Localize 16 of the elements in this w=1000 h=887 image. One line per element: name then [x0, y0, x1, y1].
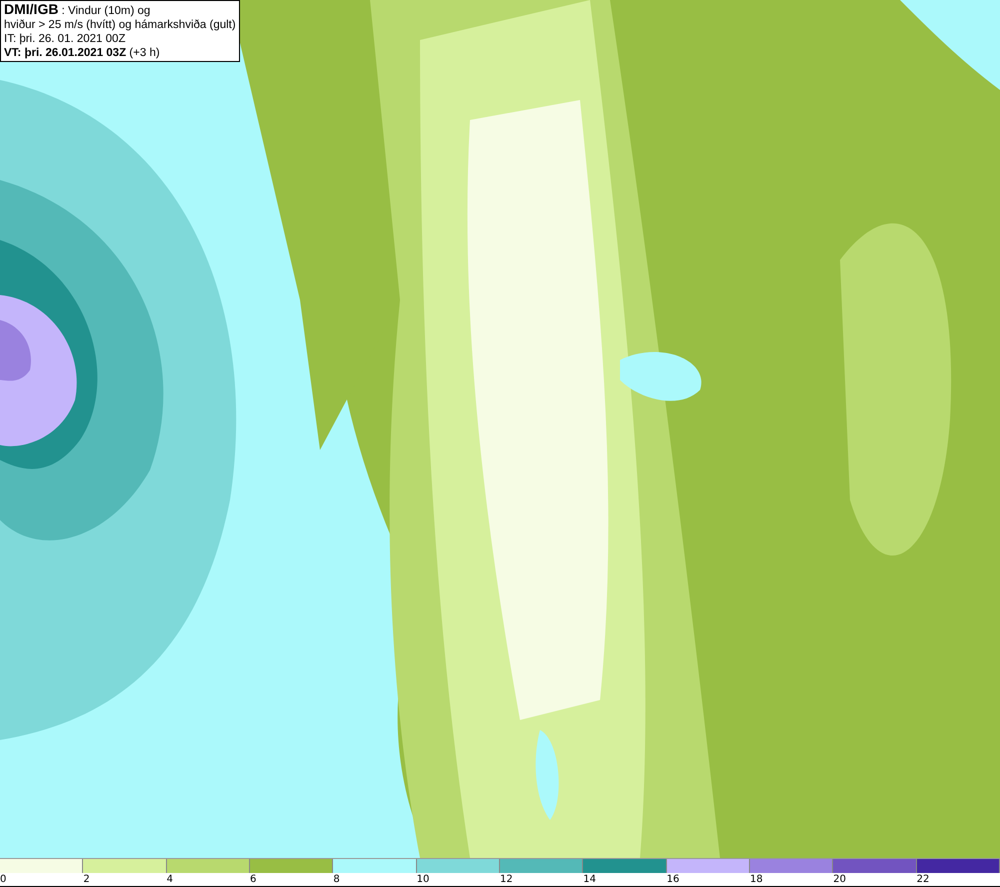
legend-label: 12 [500, 873, 513, 887]
info-text: hviður > 25 m/s (hvítt) og hámarkshviða (gult) [4, 18, 236, 32]
legend-label: 8 [333, 873, 340, 887]
info-text: IT: þri. 26. 01. 2021 00Z [4, 32, 126, 46]
legend-label: 2 [83, 873, 90, 887]
legend-label: 0 [0, 873, 6, 887]
legend-label: 22 [916, 873, 930, 887]
legend-label: 18 [750, 873, 763, 887]
legend-label: 4 [166, 873, 174, 887]
legend-label: 20 [833, 873, 846, 887]
legend-label: 14 [583, 873, 596, 887]
info-text: VT: þri. 26.01.2021 03Z (+3 h) [4, 46, 161, 60]
legend-label: 16 [666, 873, 680, 887]
legend-label: 6 [250, 873, 256, 887]
info-text: DMI/IGB : Vindur (10m) og [4, 2, 152, 18]
legend-label: 10 [416, 873, 430, 887]
